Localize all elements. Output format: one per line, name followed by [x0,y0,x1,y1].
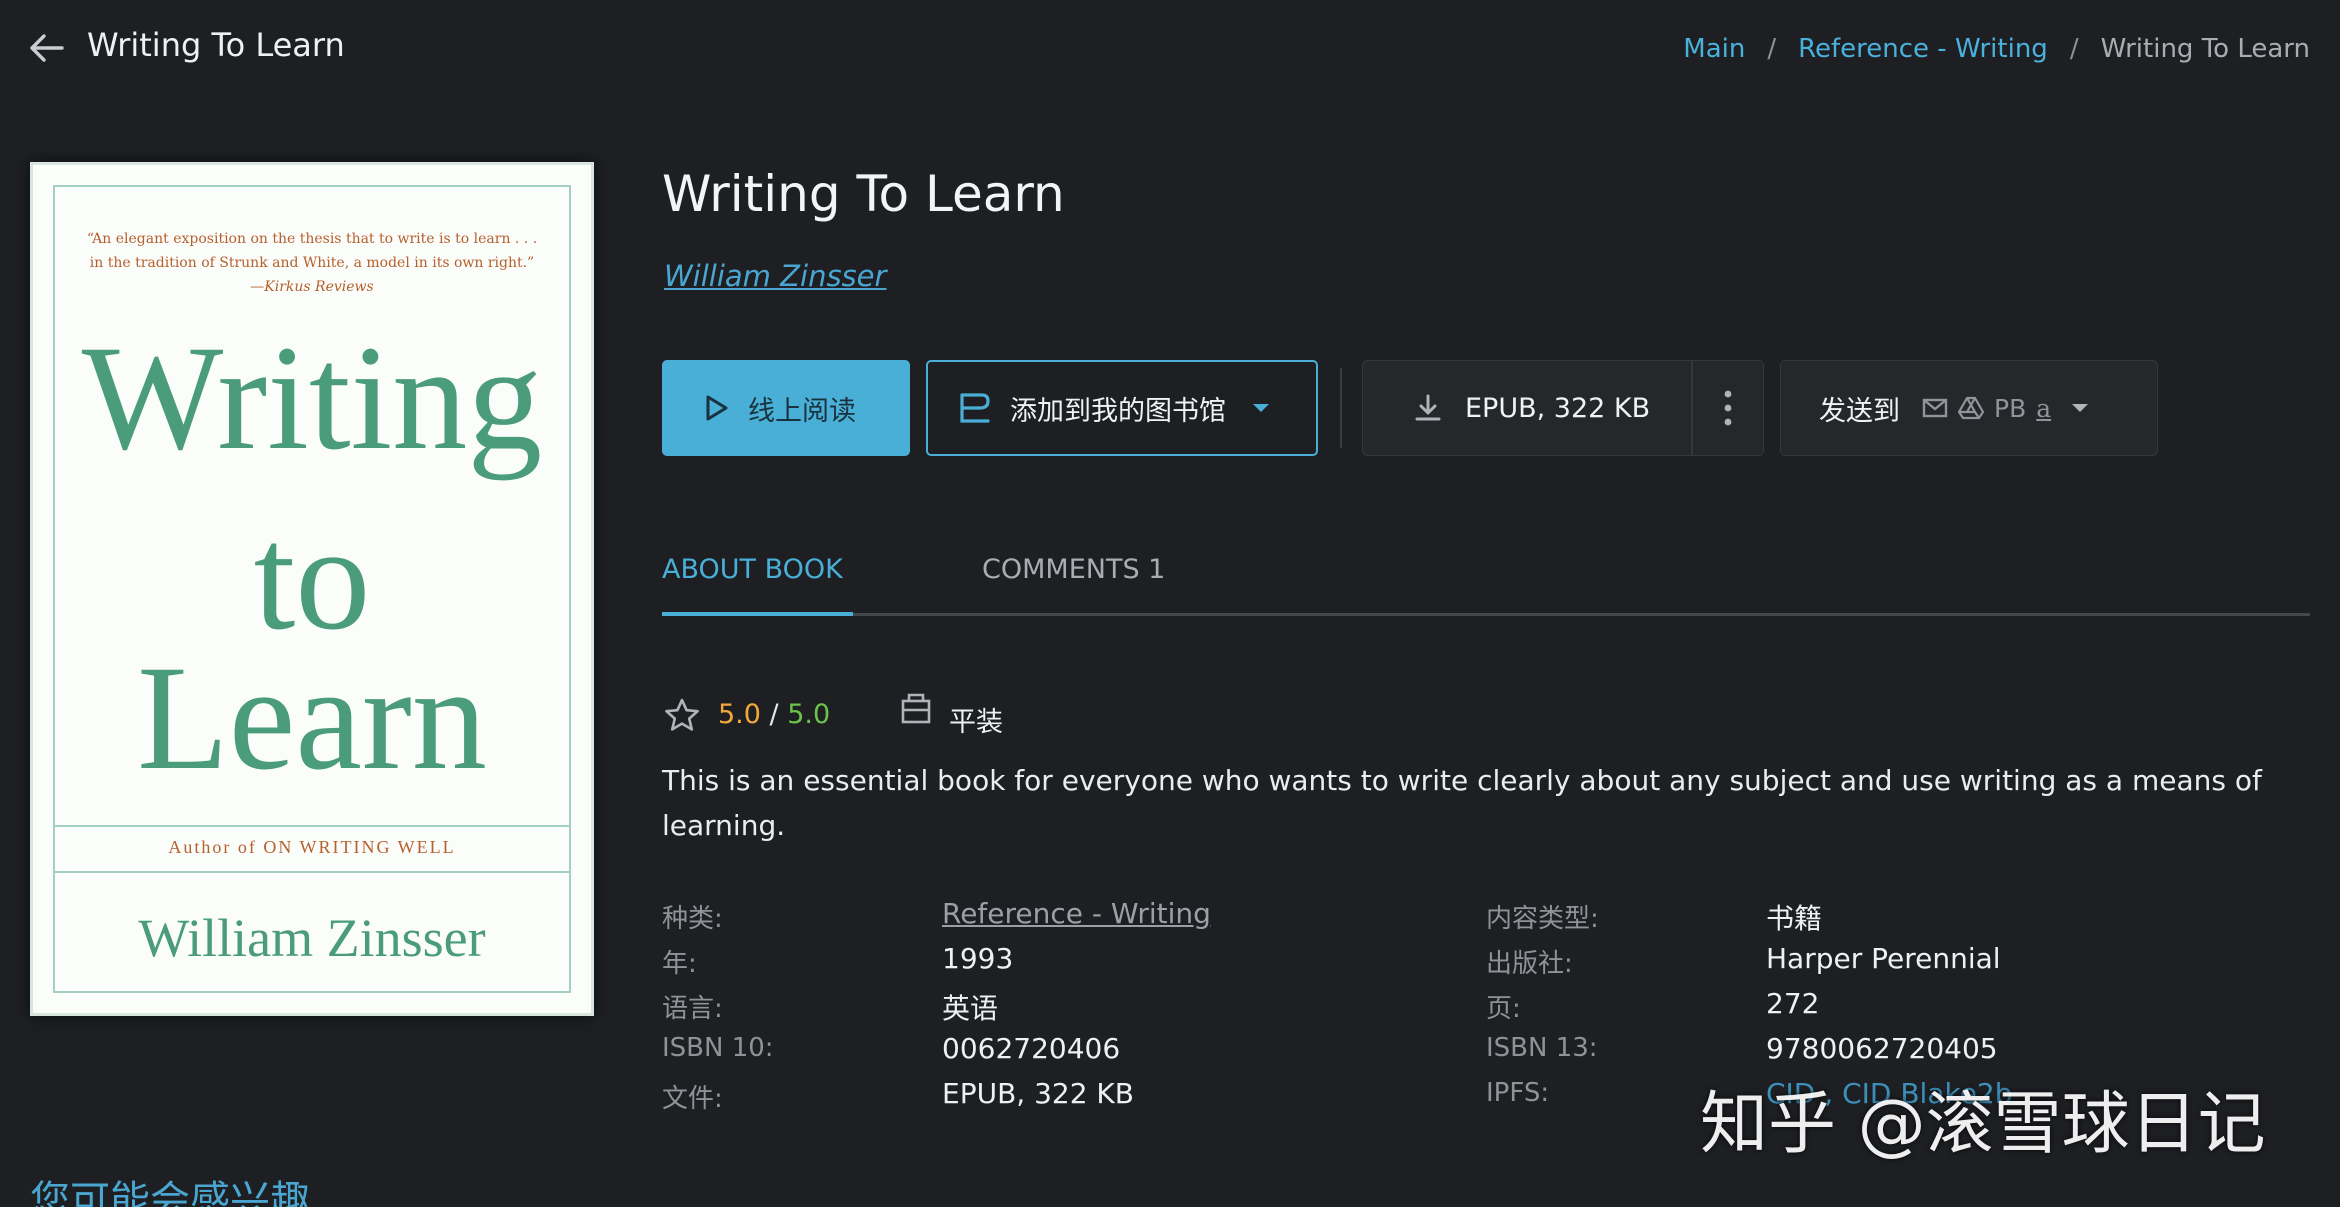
amazon-icon: a [2036,393,2052,423]
active-tab-indicator [662,612,853,616]
download-group: EPUB, 322 KB [1362,360,1764,456]
detail-label-isbn13: ISBN 13: [1486,1033,1598,1063]
detail-label-publisher: 出版社: [1486,949,1573,979]
back-arrow-icon[interactable] [26,28,66,68]
tab-about-book[interactable]: ABOUT BOOK [662,554,843,585]
detail-value-year: 1993 [942,942,1014,975]
breadcrumb-current: Writing To Learn [2100,34,2310,64]
send-to-label: 发送到 [1819,395,1900,427]
tabs-divider [662,613,2310,616]
cover-quote-source: —Kirkus Reviews [250,279,374,295]
more-vertical-icon [1724,390,1732,426]
breadcrumb-category[interactable]: Reference - Writing [1798,34,2048,64]
page-title: Writing To Learn [87,26,345,64]
cover-title-line: Writing [81,315,543,481]
library-icon [960,393,990,423]
send-targets: PB a [1922,394,2051,423]
pocketbook-icon: PB [1994,393,2027,423]
detail-label-ipfs: IPFS: [1486,1078,1550,1108]
detail-value-language: 英语 [942,992,999,1025]
email-icon [1922,398,1948,418]
detail-label-language: 语言: [662,994,723,1024]
detail-value-isbn10: 0062720406 [942,1032,1121,1065]
binding-type: 平装 [949,707,1003,738]
rating: 5.0 / 5.0 [718,699,830,730]
watermark: 知乎 @滚雪球日记 [1700,1085,2266,1164]
author-link[interactable]: William Zinsser [664,259,886,293]
send-to-button[interactable]: 发送到 PB a [1780,360,2158,456]
suggestions-heading: 您可能会感兴趣 [30,1178,310,1207]
cover-quote-line: “An elegant exposition on the thesis tha… [86,231,538,247]
add-to-library-label: 添加到我的图书馆 [1010,395,1226,427]
more-options-button[interactable] [1693,361,1763,455]
book-cover[interactable]: “An elegant exposition on the thesis tha… [30,162,594,1016]
detail-label-file: 文件: [662,1084,723,1114]
detail-label-pages: 页: [1486,994,1521,1024]
breadcrumb: Main / Reference - Writing / Writing To … [1683,34,2310,64]
cover-quote-line: in the tradition of Strunk and White, a … [89,255,535,271]
read-online-button[interactable]: 线上阅读 [662,360,910,456]
tab-comments[interactable]: COMMENTS 1 [982,554,1165,585]
star-icon[interactable] [663,697,701,733]
download-icon [1415,394,1441,421]
google-drive-icon [1958,396,1984,420]
rating-separator: / [769,699,779,730]
download-label: EPUB, 322 KB [1465,392,1651,424]
breadcrumb-separator: / [1767,34,1777,64]
detail-value-category[interactable]: Reference - Writing [942,897,1211,930]
detail-label-content-type: 内容类型: [1486,904,1599,934]
chevron-down-icon [2072,404,2089,412]
book-binding-icon [901,693,931,724]
book-title: Writing To Learn [662,165,1065,223]
add-to-library-button[interactable]: 添加到我的图书馆 [926,360,1318,456]
cover-rule [53,871,571,873]
breadcrumb-separator: / [2069,34,2079,64]
read-online-label: 线上阅读 [748,395,856,427]
cover-author-of: Author of ON WRITING WELL [168,837,456,857]
breadcrumb-main[interactable]: Main [1683,34,1745,64]
detail-value-pages: 272 [1766,987,1820,1020]
cover-quote: “An elegant exposition on the thesis tha… [51,227,573,299]
cover-title-line: to [253,495,371,661]
detail-value-file: EPUB, 322 KB [942,1077,1134,1110]
detail-label-year: 年: [662,949,697,979]
download-button[interactable]: EPUB, 322 KB [1363,361,1693,455]
cover-rule [53,825,571,827]
rating-max: 5.0 [787,699,831,730]
play-icon [706,395,728,421]
book-description: This is an essential book for everyone w… [662,764,2262,842]
detail-label-category: 种类: [662,904,723,934]
rating-score: 5.0 [718,699,761,730]
button-divider [1340,368,1342,448]
cover-author: William Zinsser [138,908,486,968]
detail-value-content-type: 书籍 [1766,902,1823,935]
cover-title-line: Learn [137,635,487,801]
detail-value-publisher: Harper Perennial [1766,942,2001,975]
chevron-down-icon [1253,404,1269,412]
detail-value-isbn13: 9780062720405 [1766,1032,1998,1065]
detail-label-isbn10: ISBN 10: [662,1033,774,1063]
